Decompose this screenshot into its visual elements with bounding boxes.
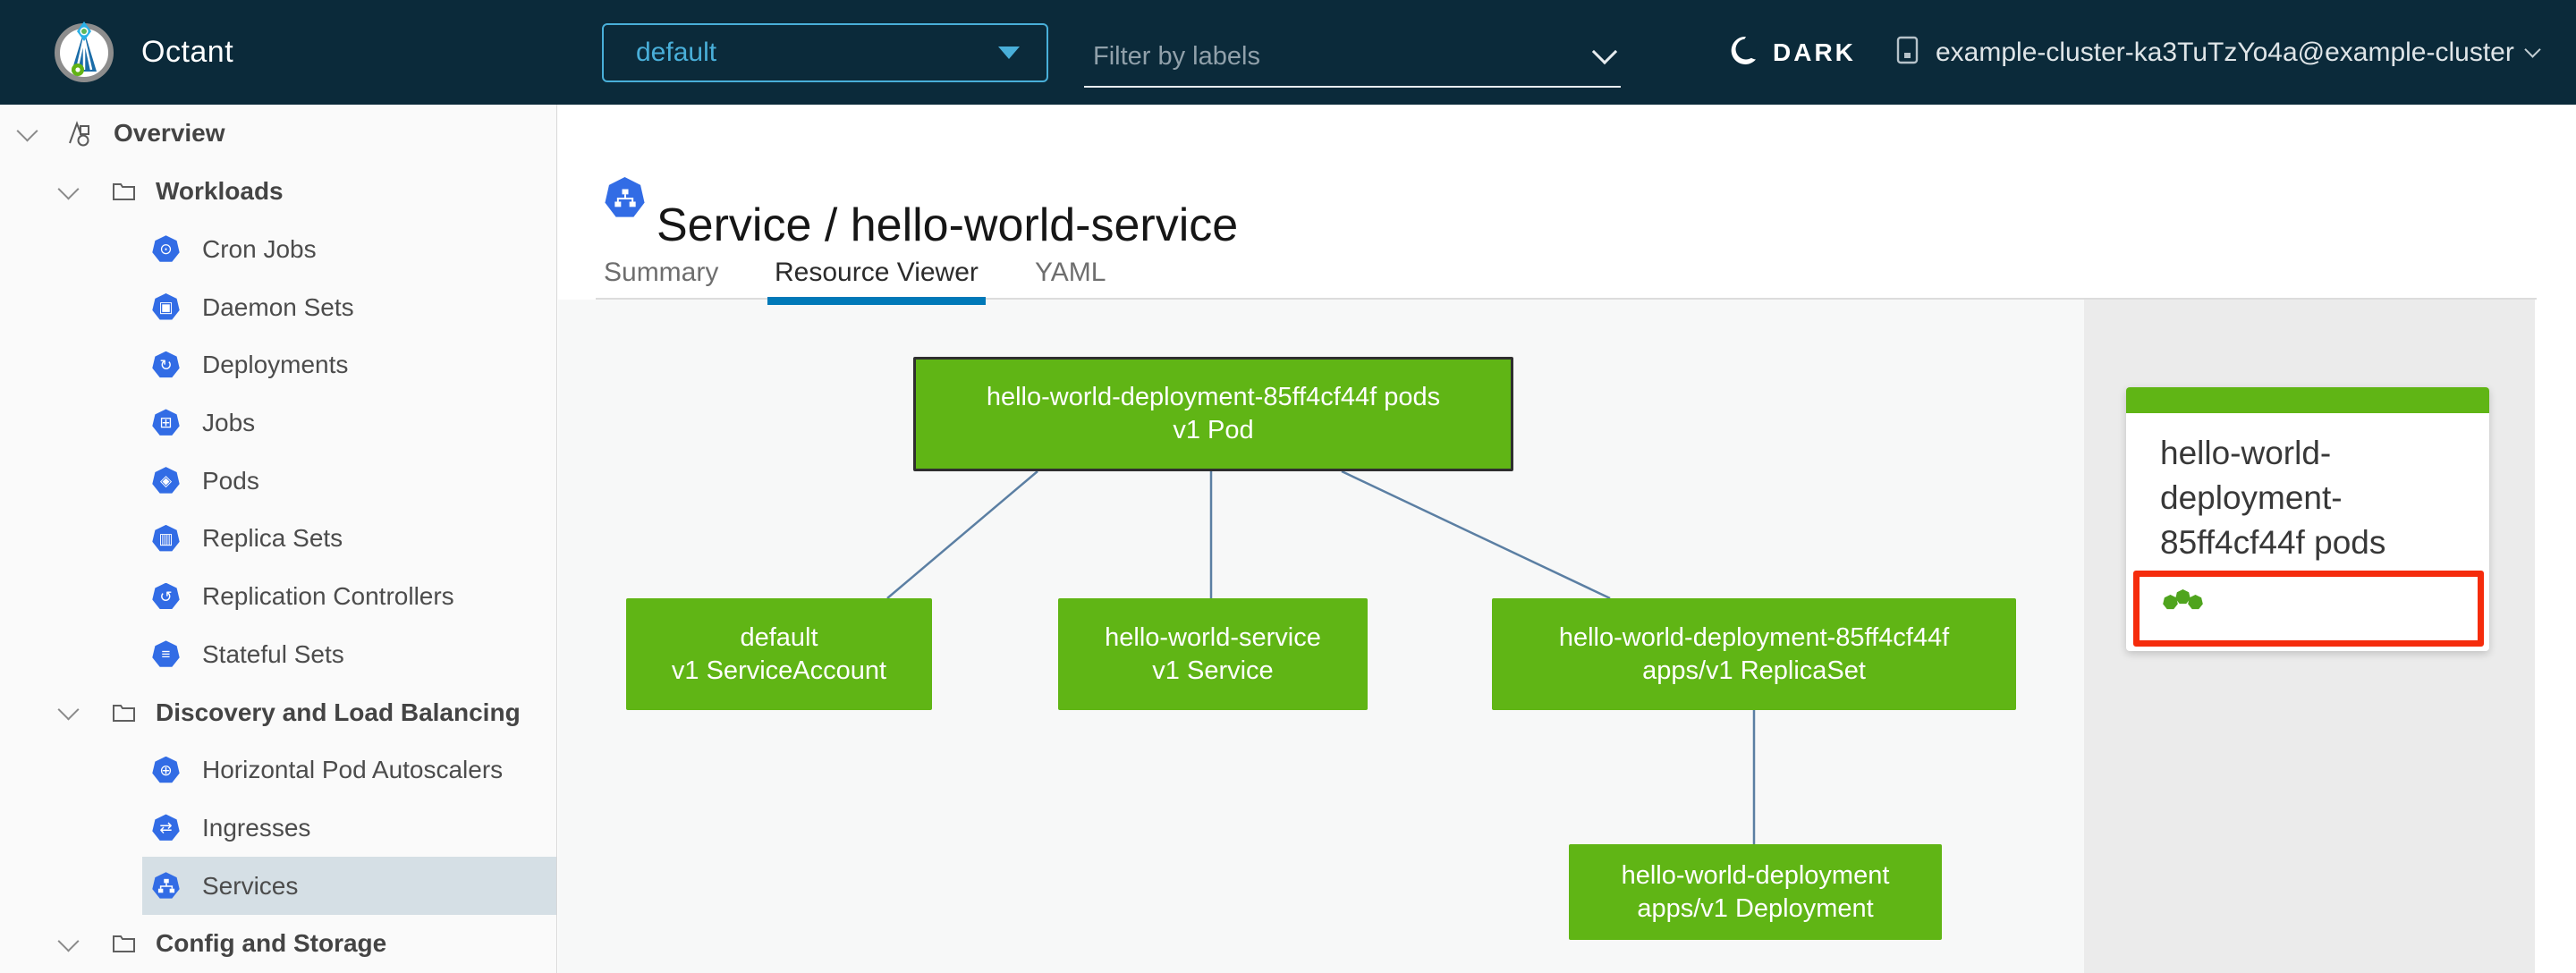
dropdown-caret-icon [998, 47, 1020, 59]
theme-toggle-button[interactable]: DARK [1726, 0, 1856, 105]
node-detail-panel: hello-world-deployment-85ff4cf44f pods [2084, 300, 2535, 973]
sidebar-item-overview[interactable]: Overview [0, 105, 556, 163]
cluster-chevron-icon [2524, 41, 2541, 58]
node-kind: v1 ServiceAccount [671, 656, 887, 685]
statefulsets-icon: ≡ [152, 640, 180, 667]
node-name: hello-world-deployment [1621, 860, 1890, 890]
sidebar-item-workloads[interactable]: Workloads [0, 163, 556, 221]
sidebar-item-replication-controllers[interactable]: ↺ Replication Controllers [0, 568, 556, 626]
sidebar-item-services[interactable]: Services [142, 857, 556, 916]
chevron-down-icon[interactable] [57, 930, 80, 952]
node-kind: apps/v1 ReplicaSet [1642, 656, 1866, 685]
octant-logo-icon [50, 16, 118, 89]
deployments-icon: ↻ [152, 351, 180, 378]
sidebar-item-config-and-storage[interactable]: Config and Storage [0, 915, 556, 973]
octant-app: Octant default DARK [0, 0, 2576, 973]
graph-node-deployment[interactable]: hello-world-deployment apps/v1 Deploymen… [1569, 844, 1942, 940]
sidebar-item-label: Services [202, 871, 299, 900]
sidebar-item-label: Discovery and Load Balancing [156, 698, 521, 726]
replicationcontrollers-icon: ↺ [152, 582, 180, 610]
ingresses-icon: ⇄ [152, 814, 180, 841]
sidebar-item-label: Ingresses [202, 813, 311, 842]
cluster-label: example-cluster-ka3TuTzYo4a@example-clus… [1936, 37, 2514, 67]
sidebar-nav: Overview Workloads ⊙ Cron Jobs ▣ Daemon … [0, 105, 557, 973]
sidebar-item-label: Jobs [202, 408, 256, 436]
sidebar-item-label: Deployments [202, 351, 349, 379]
sidebar-item-discovery-and-load-balancing[interactable]: Discovery and Load Balancing [0, 683, 556, 741]
sidebar-item-label: Daemon Sets [202, 292, 354, 321]
folder-icon [112, 933, 136, 954]
sidebar-item-label: Stateful Sets [202, 639, 344, 668]
sidebar-item-label: Cron Jobs [202, 234, 317, 263]
app-title: Octant [141, 35, 234, 69]
graph-node-pods[interactable]: hello-world-deployment-85ff4cf44f pods v… [913, 357, 1513, 471]
daemonsets-icon: ▣ [152, 293, 180, 320]
cluster-selector[interactable]: example-cluster-ka3TuTzYo4a@example-clus… [1894, 0, 2541, 105]
sidebar-item-label: Replica Sets [202, 524, 343, 553]
sidebar-item-label: Pods [202, 466, 259, 495]
label-filter-input[interactable] [1091, 36, 1560, 77]
tab-yaml[interactable]: YAML [1035, 258, 1106, 288]
app-logo[interactable]: Octant [50, 0, 233, 105]
sidebar-item-daemon-sets[interactable]: ▣ Daemon Sets [0, 278, 556, 336]
services-icon [152, 872, 180, 899]
moon-icon [1726, 34, 1758, 71]
pod-status-box[interactable] [2133, 571, 2484, 647]
tab-summary[interactable]: Summary [604, 258, 718, 288]
card-status-bar [2126, 387, 2489, 413]
graph-node-replicaset[interactable]: hello-world-deployment-85ff4cf44f apps/v… [1492, 598, 2016, 710]
sidebar-item-ingresses[interactable]: ⇄ Ingresses [0, 800, 556, 858]
sidebar-item-label: Overview [114, 119, 225, 148]
node-name: hello-world-service [1105, 622, 1321, 652]
theme-toggle-label: DARK [1773, 38, 1856, 66]
sidebar-item-stateful-sets[interactable]: ≡ Stateful Sets [0, 625, 556, 683]
sidebar-item-label: Workloads [156, 177, 284, 206]
sidebar-item-pods[interactable]: ◈ Pods [0, 452, 556, 510]
node-kind: v1 Pod [1173, 416, 1254, 444]
namespace-dropdown[interactable]: default [602, 23, 1048, 82]
label-filter [1084, 29, 1621, 88]
pod-status-dot [2175, 589, 2190, 605]
selected-node-card: hello-world-deployment-85ff4cf44f pods [2126, 387, 2489, 651]
sidebar-item-deployments[interactable]: ↻ Deployments [0, 336, 556, 394]
sidebar-item-label: Config and Storage [156, 929, 387, 958]
cronjobs-icon: ⊙ [152, 235, 180, 262]
node-name: hello-world-deployment-85ff4cf44f pods [986, 383, 1441, 411]
namespace-value: default [636, 38, 717, 67]
page-title: Service / hello-world-service [657, 199, 1239, 251]
pod-status-dot [2188, 595, 2203, 610]
tab-resource-viewer[interactable]: Resource Viewer [767, 258, 986, 305]
folder-icon [112, 702, 136, 723]
sidebar-item-label: Horizontal Pod Autoscalers [202, 756, 504, 784]
graph-node-service[interactable]: hello-world-service v1 Service [1058, 598, 1368, 710]
chevron-down-icon[interactable] [57, 178, 80, 200]
hpa-icon: ⊕ [152, 756, 180, 783]
sidebar-item-replica-sets[interactable]: ▥ Replica Sets [0, 510, 556, 568]
jobs-icon: ⊞ [152, 409, 180, 436]
cluster-icon [1894, 35, 1921, 70]
chevron-down-icon[interactable] [57, 698, 80, 721]
pods-icon: ◈ [152, 467, 180, 494]
sidebar-item-jobs[interactable]: ⊞ Jobs [0, 394, 556, 453]
pod-status-dot [2163, 595, 2178, 610]
service-resource-icon [605, 177, 645, 217]
objects-icon [65, 119, 94, 148]
node-name: hello-world-deployment-85ff4cf44f [1558, 622, 1950, 652]
filter-chevron-icon[interactable] [1591, 38, 1618, 65]
node-name: default [740, 622, 818, 652]
folder-icon [112, 181, 136, 202]
node-kind: apps/v1 Deployment [1637, 893, 1874, 923]
card-title: hello-world-deployment-85ff4cf44f pods [2160, 435, 2386, 561]
sidebar-item-horizontal-pod-autoscalers[interactable]: ⊕ Horizontal Pod Autoscalers [0, 741, 556, 800]
node-kind: v1 Service [1152, 656, 1274, 685]
chevron-down-icon[interactable] [16, 120, 38, 142]
header: Octant default DARK [0, 0, 2576, 105]
sidebar-item-cron-jobs[interactable]: ⊙ Cron Jobs [0, 220, 556, 278]
graph-node-serviceaccount[interactable]: default v1 ServiceAccount [626, 598, 932, 710]
replicasets-icon: ▥ [152, 524, 180, 552]
sidebar-item-label: Replication Controllers [202, 582, 454, 611]
